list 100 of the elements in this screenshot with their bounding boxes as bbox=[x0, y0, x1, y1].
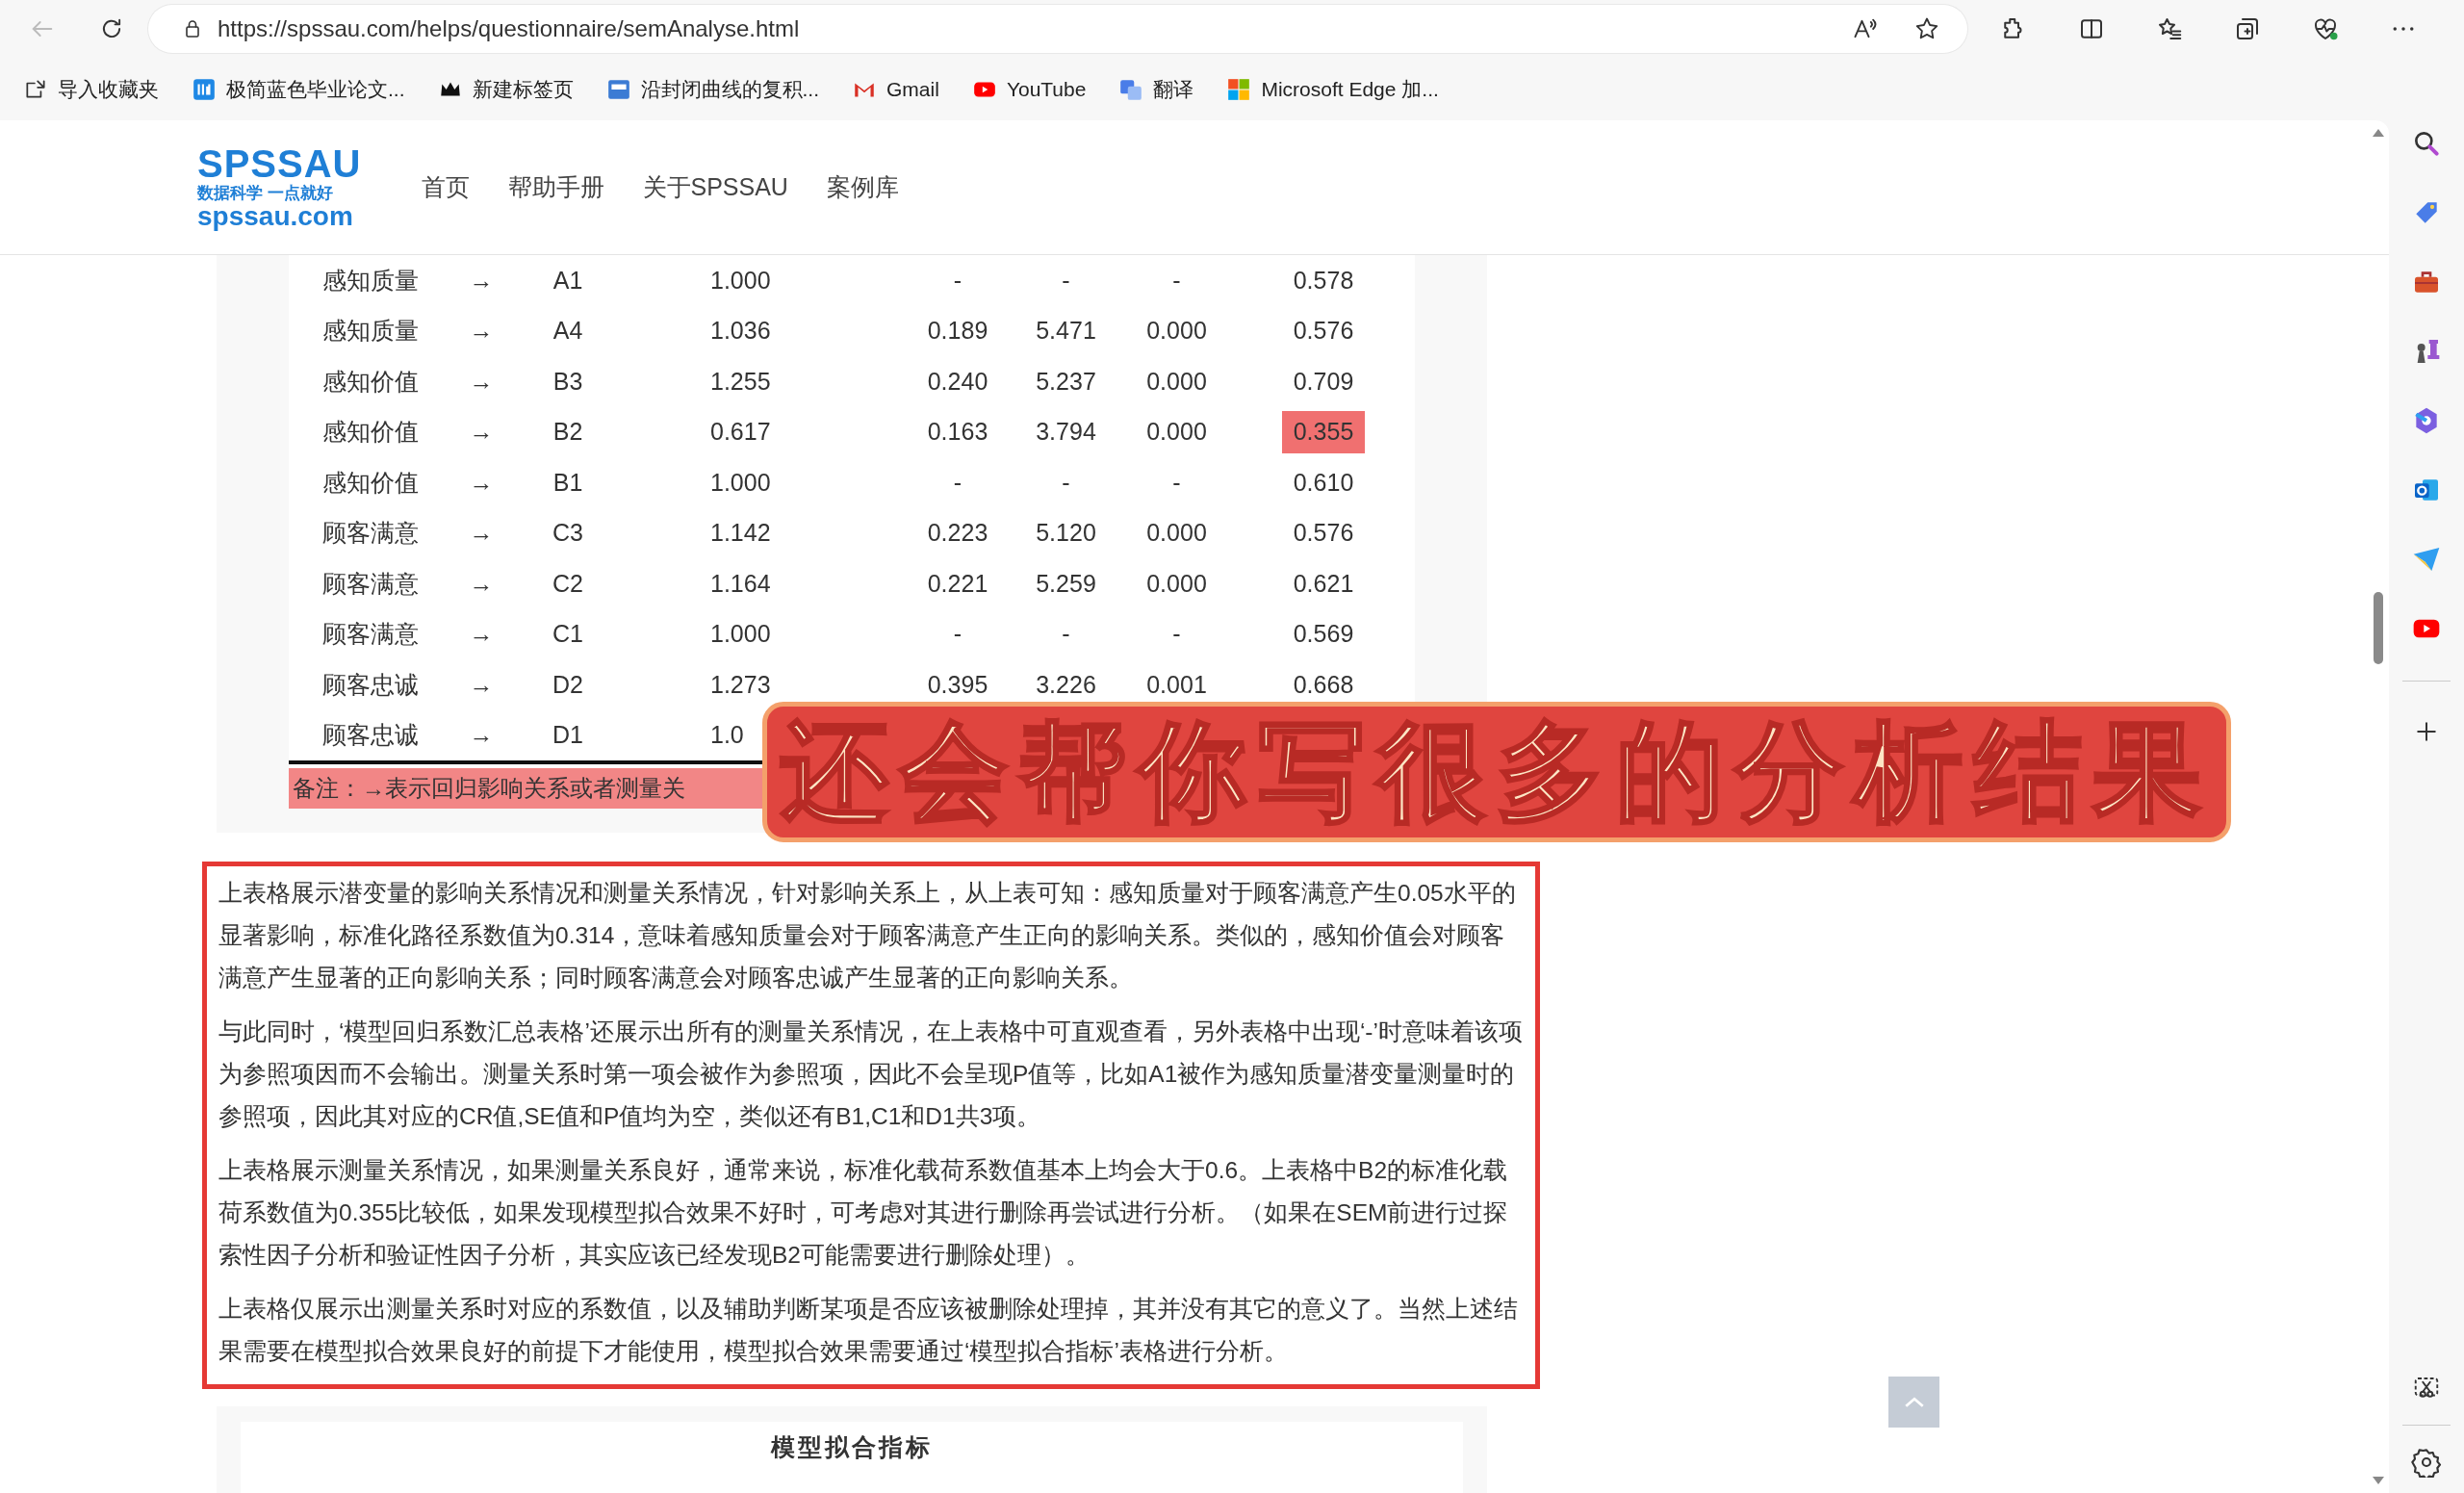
table-cell-text: 1.0 bbox=[709, 720, 745, 750]
table-cell-text: 0.576 bbox=[1292, 518, 1355, 548]
table-cell-text: 0.578 bbox=[1292, 265, 1355, 296]
bookmark[interactable]: 翻译 bbox=[1113, 69, 1200, 109]
address-bar[interactable]: https://spssau.com/helps/questionnaire/semAnalyse.html bbox=[148, 5, 1967, 53]
table-cell-text: → bbox=[468, 366, 495, 397]
table-cell-text: B2 bbox=[552, 417, 584, 447]
table-cell-text: 5.259 bbox=[1035, 568, 1097, 599]
table-cell-text: 3.794 bbox=[1035, 417, 1097, 447]
table-cell-text: C3 bbox=[552, 518, 584, 548]
table-cell-text: 1.164 bbox=[709, 568, 772, 599]
bookmark[interactable]: 极简蓝色毕业论文... bbox=[186, 69, 411, 109]
table-cell-text: - bbox=[1171, 619, 1182, 649]
table-cell-text: 感知价值 bbox=[321, 366, 420, 397]
table-cell-text: B3 bbox=[552, 366, 584, 397]
table-cell-text: → bbox=[468, 316, 495, 346]
table-cell-text: 1.000 bbox=[709, 265, 772, 296]
table-cell-text: 5.237 bbox=[1035, 366, 1097, 397]
table-cell-text: 0.240 bbox=[926, 366, 989, 397]
table-cell-text: - bbox=[952, 265, 963, 296]
table-cell-text: → bbox=[468, 467, 495, 498]
overlay-caption: 还会帮你写很多的分析结果 bbox=[762, 702, 2231, 842]
bookmark[interactable]: 导入收藏夹 bbox=[17, 69, 165, 109]
table-cell-text: C1 bbox=[552, 619, 584, 649]
bookmark[interactable]: YouTube bbox=[965, 69, 1092, 109]
table-cell-text: 感知价值 bbox=[321, 417, 420, 447]
table-cell-text: - bbox=[952, 619, 963, 649]
table-cell-text: 1.036 bbox=[709, 316, 772, 346]
scroll-up-icon[interactable] bbox=[2372, 128, 2385, 138]
table-cell-text: 0.000 bbox=[1145, 417, 1208, 447]
table-cell: 0.355 bbox=[1281, 411, 1366, 453]
table-cell-text: 0.000 bbox=[1145, 316, 1208, 346]
table-cell-text: - bbox=[1171, 467, 1182, 498]
table-cell-text: 0.621 bbox=[1292, 568, 1355, 599]
table-cell-text: B1 bbox=[552, 467, 584, 498]
table-cell-text: → bbox=[468, 265, 495, 296]
table-cell-text: → bbox=[468, 417, 495, 447]
table-cell-text: → bbox=[468, 568, 495, 599]
table-cell-text: 1.142 bbox=[709, 518, 772, 548]
settings-icon bbox=[2411, 1447, 2442, 1478]
scrollbar-thumb[interactable] bbox=[2374, 592, 2383, 664]
table-cell-text: 顾客忠诚 bbox=[321, 720, 420, 750]
nav-link[interactable]: 关于SPSSAU bbox=[642, 168, 788, 206]
table-cell-text: C2 bbox=[552, 568, 584, 599]
logo-domain: spssau.com bbox=[197, 203, 354, 230]
table-cell-text: 0.668 bbox=[1292, 669, 1355, 700]
table-cell-text: 感知质量 bbox=[321, 316, 420, 346]
table-cell-text: 0.576 bbox=[1292, 316, 1355, 346]
table-cell-text: 顾客忠诚 bbox=[321, 669, 420, 700]
table-cell-text: 0.001 bbox=[1145, 669, 1208, 700]
table-cell-text: D2 bbox=[552, 669, 584, 700]
table-cell-text: 0.709 bbox=[1292, 366, 1355, 397]
table-cell-text: 1.000 bbox=[709, 619, 772, 649]
paragraph: 上表格展示潜变量的影响关系情况和测量关系情况，针对影响关系上，从上表可知：感知质量对于顾客满意产生0.05水平的显著影响，标准化路径系数值为0.314，意味着感知质量会对于顾客满意产生正向的影响关系。类似的，感知价值会对顾客满意产生显著的正向影响关系；同时顾客满意会对顾客忠诚产生显著的正向影响关系。 bbox=[218, 879, 1517, 992]
table-cell-text: 0.000 bbox=[1145, 518, 1208, 548]
table-cell-text: 0.000 bbox=[1145, 568, 1208, 599]
bookmark[interactable]: 新建标签页 bbox=[431, 69, 579, 109]
table-cell-text: 顾客满意 bbox=[321, 518, 420, 548]
table-cell-text: 3.226 bbox=[1035, 669, 1097, 700]
table-cell-text: 0.617 bbox=[709, 417, 772, 447]
url-text: https://spssau.com/helps/questionnaire/semAnalyse.html bbox=[218, 14, 800, 43]
table-cell-text: 0.395 bbox=[926, 669, 989, 700]
table-cell-text: - bbox=[952, 467, 963, 498]
table-cell-text: 0.000 bbox=[1145, 366, 1208, 397]
paragraph: 上表格展示测量关系情况，如果测量关系良好，通常来说，标准化载荷系数值基本上均会大于0.6。上表格中B2的标准化载荷系数值为0.355比较低，如果发现模型拟合效果不好时，可考虑对其进行删除再尝试进行分析。（如果在SEM前进行过探索性因子分析和验证性因子分析，其实应该已经发现B2可能需要进行删除处理）。 bbox=[218, 1156, 1509, 1270]
table-cell-text: A4 bbox=[552, 316, 584, 346]
scroll-down-icon[interactable] bbox=[2372, 1476, 2385, 1485]
table-cell-text: 1.273 bbox=[709, 669, 772, 700]
table-cell-text: - bbox=[1061, 467, 1071, 498]
table-cell-text: 0.610 bbox=[1292, 467, 1355, 498]
nav-link[interactable]: 帮助手册 bbox=[507, 168, 604, 206]
table-cell-text: 5.471 bbox=[1035, 316, 1097, 346]
table-cell-text: 0.221 bbox=[926, 568, 989, 599]
table-cell-text: → bbox=[468, 720, 495, 750]
table-cell-text: 顾客满意 bbox=[321, 568, 420, 599]
bookmark[interactable]: 沿封闭曲线的复积... bbox=[600, 69, 826, 109]
table-cell-text: → bbox=[468, 669, 495, 700]
table-cell-text: - bbox=[1061, 619, 1071, 649]
logo-text: SPSSAU bbox=[197, 144, 362, 183]
table-cell-text: 0.163 bbox=[926, 417, 989, 447]
table-cell-text: - bbox=[1061, 265, 1071, 296]
section-title: 模型拟合指标 bbox=[769, 1432, 934, 1462]
paragraph: 与此同时，‘模型回归系数汇总表格’还展示出所有的测量关系情况，在上表格中可直观查看，另外表格中出现‘-’时意味着该项为参照项因而不会输出。测量关系时第一项会被作为参照项，因此不会呈现P值等，比如A1被作为感知质量潜变量测量时的参照项，因此其对应的CR值,SE值和P值均为空，类似还有B1,C1和D1共3项。 bbox=[218, 1017, 1524, 1131]
table-cell-text: 5.120 bbox=[1035, 518, 1097, 548]
table-cell-text: - bbox=[1171, 265, 1182, 296]
logo-slogan: 数据科学 一点就好 bbox=[197, 185, 334, 201]
table-cell-text: 顾客满意 bbox=[321, 619, 420, 649]
site-logo-icon bbox=[192, 76, 217, 102]
table-cell-text: 1.000 bbox=[709, 467, 772, 498]
windows-logo-icon bbox=[1226, 76, 1252, 102]
table-cell-text: A1 bbox=[552, 265, 584, 296]
table-cell-text: 1.255 bbox=[709, 366, 772, 397]
table-cell-text: 0.223 bbox=[926, 518, 989, 548]
table-cell-text: → bbox=[468, 619, 495, 649]
table-cell-text: 0.569 bbox=[1292, 619, 1355, 649]
bookmark[interactable]: Microsoft Edge 加... bbox=[1220, 69, 1445, 109]
nav-link[interactable]: 首页 bbox=[421, 168, 470, 206]
bookmark[interactable]: Gmail bbox=[846, 69, 945, 109]
table-cell-text: 0.189 bbox=[926, 316, 989, 346]
nav-link[interactable]: 案例库 bbox=[826, 168, 899, 206]
